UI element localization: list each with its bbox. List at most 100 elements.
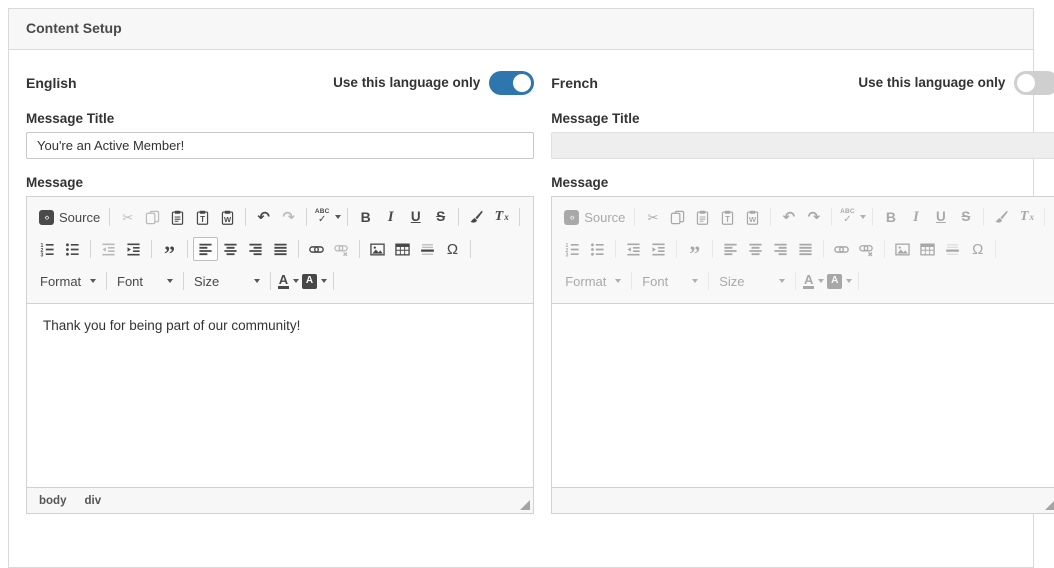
spell-check-button[interactable]: ABC✓: [312, 205, 342, 229]
source-button[interactable]: ‹›Source: [35, 205, 104, 229]
text-color-button[interactable]: A: [276, 269, 301, 293]
decrease-indent-icon: [626, 242, 641, 257]
horizontal-line-icon: [420, 242, 435, 257]
toolbar-separator: [676, 240, 677, 258]
column-english: English Use this language only Message T…: [26, 70, 534, 514]
dropdown-caret-icon: [818, 279, 824, 283]
background-color-button[interactable]: A: [301, 269, 328, 293]
underline-button[interactable]: U: [403, 205, 428, 229]
toolbar-separator: [359, 240, 360, 258]
insert-table-button[interactable]: [390, 237, 415, 261]
insert-image-button[interactable]: [365, 237, 390, 261]
cut-icon: ✂: [647, 211, 658, 224]
blockquote-icon: ”: [689, 241, 700, 257]
resize-handle[interactable]: [1045, 500, 1054, 510]
insert-image-icon: [370, 242, 385, 257]
toolbar-separator: [1044, 208, 1045, 226]
toolbar-separator: [306, 208, 307, 226]
blockquote-button[interactable]: ”: [157, 237, 182, 261]
copy-formatting-button[interactable]: [464, 205, 489, 229]
message-title-input-english[interactable]: [26, 132, 534, 159]
insert-image-button: [890, 237, 915, 261]
strike-through-icon: S: [436, 210, 445, 224]
toolbar-row: FormatFontSizeAA: [560, 265, 1050, 297]
panel-body: English Use this language only Message T…: [9, 50, 1033, 514]
special-character-button[interactable]: Ω: [440, 237, 465, 261]
paste-as-plain-text-button[interactable]: T: [190, 205, 215, 229]
format-dropdown[interactable]: Format: [35, 269, 101, 293]
paste-as-plain-text-button: T: [715, 205, 740, 229]
bulleted-list-button[interactable]: [60, 237, 85, 261]
toolbar-separator: [90, 240, 91, 258]
font-dropdown-label: Font: [117, 274, 143, 289]
editor-content-english[interactable]: Thank you for being part of our communit…: [27, 304, 533, 487]
undo-icon: ↶: [783, 210, 796, 225]
spell-check-icon: ABC✓: [838, 209, 856, 225]
strike-through-button: S: [953, 205, 978, 229]
toolbar-row: ‹›Source✂TW↶↷ABC✓BIUSTx: [560, 201, 1050, 233]
paste-icon: [170, 210, 185, 225]
insert-link-button[interactable]: [304, 237, 329, 261]
dropdown-caret-icon: [779, 279, 785, 283]
align-right-button[interactable]: [243, 237, 268, 261]
align-left-button[interactable]: [193, 237, 218, 261]
message-title-input-french: [551, 132, 1054, 159]
toolbar-separator: [983, 208, 984, 226]
format-dropdown-label: Format: [40, 274, 81, 289]
text-color-icon: A: [278, 274, 289, 289]
element-path-item-body[interactable]: body: [39, 495, 66, 507]
language-row-french: French Use this language only: [551, 70, 1054, 95]
text-color-button: A: [801, 269, 826, 293]
toolbar-separator: [109, 208, 110, 226]
cut-icon: ✂: [122, 211, 133, 224]
toolbar-separator: [183, 272, 184, 290]
unlink-button: [329, 237, 354, 261]
italic-icon: I: [913, 210, 919, 225]
paste-from-word-icon: W: [220, 210, 235, 225]
horizontal-line-button[interactable]: [415, 237, 440, 261]
toggle-knob: [1017, 74, 1035, 92]
toggle-wrap: Use this language only: [858, 71, 1054, 95]
toolbar-row: 123 ” Ω: [35, 233, 525, 265]
strike-through-button[interactable]: S: [428, 205, 453, 229]
increase-indent-button[interactable]: [121, 237, 146, 261]
use-language-only-toggle-english[interactable]: [489, 71, 534, 95]
align-right-button: [768, 237, 793, 261]
font-dropdown[interactable]: Font: [112, 269, 178, 293]
special-character-icon: Ω: [447, 242, 458, 257]
bulleted-list-icon: [65, 242, 80, 257]
svg-text:W: W: [749, 215, 757, 224]
dropdown-caret-icon: [692, 279, 698, 283]
justify-icon: [798, 242, 813, 257]
increase-indent-icon: [126, 242, 141, 257]
cut-button: ✂: [640, 205, 665, 229]
element-path-item-div[interactable]: div: [84, 495, 101, 507]
size-dropdown-label: Size: [194, 274, 219, 289]
align-right-icon: [248, 242, 263, 257]
remove-format-button[interactable]: Tx: [489, 205, 514, 229]
paste-button[interactable]: [165, 205, 190, 229]
align-center-icon: [748, 242, 763, 257]
insert-table-icon: [395, 242, 410, 257]
source-label: Source: [584, 210, 625, 225]
align-center-button[interactable]: [218, 237, 243, 261]
undo-button[interactable]: ↶: [251, 205, 276, 229]
panel-title: Content Setup: [26, 20, 122, 36]
bold-icon: B: [361, 210, 371, 224]
paste-from-word-button: W: [740, 205, 765, 229]
numbered-list-button[interactable]: 123: [35, 237, 60, 261]
use-language-only-toggle-french[interactable]: [1014, 71, 1054, 95]
format-dropdown: Format: [560, 269, 626, 293]
align-center-icon: [223, 242, 238, 257]
bold-button[interactable]: B: [353, 205, 378, 229]
toolbar-separator: [770, 208, 771, 226]
justify-button[interactable]: [268, 237, 293, 261]
paste-from-word-button[interactable]: W: [215, 205, 240, 229]
resize-handle[interactable]: [520, 500, 530, 510]
svg-text:3: 3: [566, 252, 569, 256]
toolbar-separator: [831, 208, 832, 226]
italic-button[interactable]: I: [378, 205, 403, 229]
size-dropdown[interactable]: Size: [189, 269, 265, 293]
toolbar-separator: [712, 240, 713, 258]
copy-button: [140, 205, 165, 229]
